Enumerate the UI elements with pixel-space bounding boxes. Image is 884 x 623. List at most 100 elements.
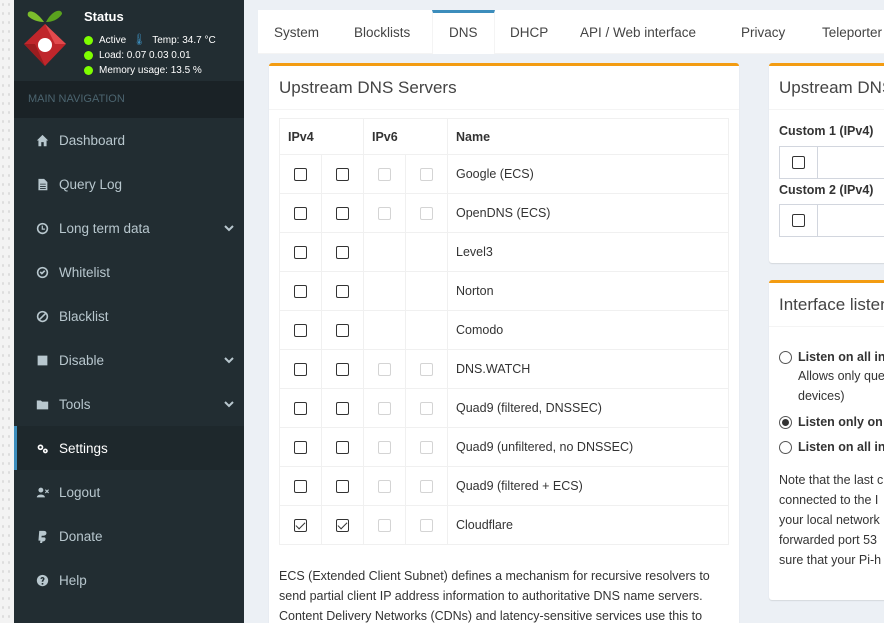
ipv4-primary-checkbox[interactable]	[294, 285, 307, 299]
nav-disable[interactable]: Disable	[14, 338, 244, 382]
ipv6-secondary-checkbox	[420, 402, 433, 416]
nav-dashboard-label: Dashboard	[59, 132, 126, 148]
user-panel: Status Active 🌡 Temp: 34.7 °C Load: 0.07…	[14, 0, 244, 81]
listen-only-label: Listen only on	[798, 415, 883, 429]
listen-only-radio[interactable]	[779, 416, 792, 429]
ipv6-primary-checkbox	[378, 168, 391, 182]
upstream-dns-box: Upstream DNS Servers IPv4 IPv6 Name Goog…	[269, 63, 739, 623]
ipv4-primary-checkbox[interactable]	[294, 168, 307, 182]
ipv4-secondary-checkbox[interactable]	[336, 363, 349, 377]
nav-help[interactable]: Help	[14, 558, 244, 602]
ipv4-secondary-checkbox[interactable]	[336, 441, 349, 455]
ipv4-primary-checkbox[interactable]	[294, 441, 307, 455]
listen-all-interfaces-option[interactable]: Listen on all in	[779, 350, 884, 364]
ipv4-primary-checkbox[interactable]	[294, 246, 307, 260]
server-name: OpenDNS (ECS)	[447, 193, 729, 233]
tab-dns[interactable]: DNS	[432, 10, 495, 54]
ipv4-primary-checkbox[interactable]	[294, 402, 307, 416]
nav-whitelist[interactable]: Whitelist	[14, 250, 244, 294]
ipv4-secondary-checkbox[interactable]	[336, 480, 349, 494]
ipv4-primary-cell	[279, 349, 322, 389]
ipv6-secondary-checkbox	[420, 441, 433, 455]
ipv4-primary-checkbox[interactable]	[294, 480, 307, 494]
background-strip	[0, 0, 14, 623]
table-row: Quad9 (filtered, DNSSEC)	[279, 388, 729, 428]
nav-donate-label: Donate	[59, 528, 103, 544]
custom1-checkbox[interactable]	[792, 156, 805, 169]
table-row: Norton	[279, 271, 729, 311]
listen-all-permit-option[interactable]: Listen on all in	[779, 440, 884, 454]
ipv4-primary-checkbox[interactable]	[294, 207, 307, 221]
nav-long-term-data-label: Long term data	[59, 220, 150, 236]
interface-note: Note that the last c connected to the I …	[779, 470, 883, 570]
nav-tools[interactable]: Tools	[14, 382, 244, 426]
status-dot-icon	[84, 51, 93, 60]
ipv4-primary-checkbox[interactable]	[294, 363, 307, 377]
server-name: DNS.WATCH	[447, 349, 729, 389]
custom1-group	[779, 146, 884, 179]
nav-blacklist[interactable]: Blacklist	[14, 294, 244, 338]
ipv4-secondary-cell	[321, 193, 364, 233]
ipv4-primary-cell	[279, 427, 322, 467]
tab-blocklists[interactable]: Blocklists	[338, 10, 426, 54]
ipv6-primary-checkbox	[378, 519, 391, 533]
ipv6-secondary-cell	[405, 349, 448, 389]
ecs-description: ECS (Extended Client Subnet) defines a m…	[279, 566, 734, 623]
tab-teleporter[interactable]: Teleporter	[806, 10, 884, 54]
custom2-input[interactable]	[818, 205, 884, 236]
ipv4-secondary-cell	[321, 427, 364, 467]
tab-dhcp[interactable]: DHCP	[494, 10, 564, 54]
listen-only-option[interactable]: Listen only on	[779, 415, 883, 429]
ipv6-primary-checkbox	[378, 441, 391, 455]
ipv4-primary-checkbox[interactable]	[294, 519, 307, 533]
ipv4-secondary-checkbox[interactable]	[336, 207, 349, 221]
nav-dashboard[interactable]: Dashboard	[14, 118, 244, 162]
status-temp: Temp: 34.7 °C	[152, 35, 216, 46]
interface-note-line: connected to the I	[779, 493, 879, 507]
ipv4-secondary-checkbox[interactable]	[336, 324, 349, 338]
ecs-line: Content Delivery Networks (CDNs) and lat…	[279, 609, 703, 623]
ipv4-secondary-checkbox[interactable]	[336, 168, 349, 182]
custom1-input[interactable]	[818, 147, 884, 178]
table-row: Comodo	[279, 310, 729, 350]
ipv6-primary-cell	[363, 310, 406, 350]
ipv4-secondary-checkbox[interactable]	[336, 519, 349, 533]
table-row: Quad9 (unfiltered, no DNSSEC)	[279, 427, 729, 467]
home-icon	[33, 133, 51, 147]
interface-note-line: your local network	[779, 513, 880, 527]
nav-long-term-data[interactable]: Long term data	[14, 206, 244, 250]
status-memory: Memory usage: 13.5 %	[99, 65, 202, 76]
tab-api-web-interface[interactable]: API / Web interface	[564, 10, 712, 54]
listen-all-radio[interactable]	[779, 351, 792, 364]
header-ipv4: IPv4	[279, 118, 364, 155]
ipv4-secondary-cell	[321, 310, 364, 350]
custom1-checkbox-addon	[780, 147, 818, 178]
nav-logout[interactable]: Logout	[14, 470, 244, 514]
nav-query-log[interactable]: Query Log	[14, 162, 244, 206]
listen-all-permit-label: Listen on all in	[798, 440, 884, 454]
upstream-dns-table: IPv4 IPv6 Name Google (ECS) OpenDNS (ECS)…	[279, 118, 729, 545]
tab-system[interactable]: System	[258, 10, 335, 54]
ipv4-secondary-cell	[321, 154, 364, 194]
ipv6-primary-checkbox	[378, 363, 391, 377]
ipv4-secondary-checkbox[interactable]	[336, 285, 349, 299]
ipv4-secondary-checkbox[interactable]	[336, 402, 349, 416]
nav-settings[interactable]: Settings	[14, 426, 244, 470]
nav-whitelist-label: Whitelist	[59, 264, 111, 280]
ipv4-secondary-checkbox[interactable]	[336, 246, 349, 260]
server-name: Quad9 (filtered, DNSSEC)	[447, 388, 729, 428]
server-name: Quad9 (filtered + ECS)	[447, 466, 729, 506]
listen-all-permit-radio[interactable]	[779, 441, 792, 454]
custom2-checkbox[interactable]	[792, 214, 805, 227]
interface-note-line: forwarded port 53	[779, 533, 877, 547]
nav-blacklist-label: Blacklist	[59, 308, 109, 324]
status-title: Status	[84, 9, 124, 24]
nav-donate[interactable]: Donate	[14, 514, 244, 558]
custom-dns-title: Upstream DNS	[769, 66, 884, 110]
ipv6-primary-cell	[363, 505, 406, 545]
status-memory-line: Memory usage: 13.5 %	[84, 63, 216, 78]
ipv4-primary-checkbox[interactable]	[294, 324, 307, 338]
custom2-label: Custom 2 (IPv4)	[779, 183, 874, 197]
custom-dns-box: Upstream DNS Custom 1 (IPv4) Custom 2 (I…	[769, 63, 884, 263]
tab-privacy[interactable]: Privacy	[725, 10, 801, 54]
